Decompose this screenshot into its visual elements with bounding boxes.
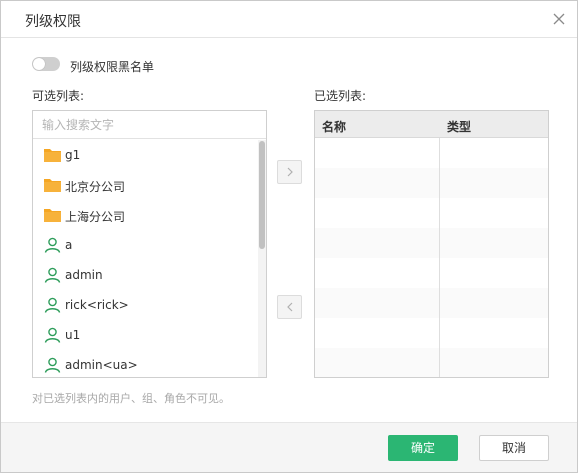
table-row (315, 228, 548, 258)
table-header: 名称 类型 (315, 111, 548, 138)
folder-icon (44, 207, 61, 223)
blacklist-toggle[interactable] (32, 57, 60, 71)
column-divider (439, 111, 440, 377)
column-permission-dialog: 列级权限 列级权限黑名单 可选列表: 已选列表: g1 北京分公司 上海分公司 (0, 0, 578, 473)
list-item-label: g1 (65, 148, 81, 162)
confirm-button[interactable]: 确定 (388, 435, 458, 461)
table-row (315, 348, 548, 377)
column-header-type[interactable]: 类型 (447, 118, 471, 135)
cancel-button[interactable]: 取消 (479, 435, 549, 461)
list-item-label: admin (65, 268, 103, 282)
folder-icon (44, 147, 61, 163)
list-item[interactable]: u1 (33, 320, 257, 350)
list-item-label: 北京分公司 (65, 180, 126, 194)
table-row (315, 168, 548, 198)
selected-list-label: 已选列表: (314, 89, 367, 103)
user-icon (44, 267, 61, 283)
table-row (315, 288, 548, 318)
selected-list-table: 名称 类型 (314, 110, 549, 378)
toggle-knob (33, 58, 45, 70)
column-header-name[interactable]: 名称 (322, 118, 346, 135)
dialog-header: 列级权限 (1, 1, 577, 38)
list-item[interactable]: admin<ua> (33, 350, 257, 377)
list-item[interactable]: admin (33, 260, 257, 290)
list-item-label: admin<ua> (65, 358, 138, 372)
list-item[interactable]: a (33, 230, 257, 260)
available-list-panel: g1 北京分公司 上海分公司 a admin rick<rick> (32, 110, 267, 378)
list-item[interactable]: 上海分公司 (33, 200, 257, 230)
folder-icon (44, 177, 61, 193)
blacklist-toggle-label: 列级权限黑名单 (70, 60, 155, 74)
add-to-selected-button[interactable] (277, 160, 302, 184)
user-icon (44, 327, 61, 343)
dialog-footer: 确定 取消 (1, 422, 577, 472)
list-item-label: 上海分公司 (65, 210, 126, 224)
close-icon[interactable] (551, 11, 567, 27)
chevron-left-icon (287, 302, 293, 312)
available-list-label: 可选列表: (32, 89, 85, 103)
user-icon (44, 357, 61, 373)
available-list: g1 北京分公司 上海分公司 a admin rick<rick> u1 adm… (33, 140, 257, 377)
scrollbar-thumb[interactable] (259, 141, 265, 249)
search-input[interactable] (33, 111, 266, 139)
dialog-title: 列级权限 (25, 14, 81, 30)
list-item-label: a (65, 238, 73, 252)
user-icon (44, 297, 61, 313)
list-item[interactable]: rick<rick> (33, 290, 257, 320)
list-item[interactable]: g1 (33, 140, 257, 170)
user-icon (44, 237, 61, 253)
list-item-label: rick<rick> (65, 298, 129, 312)
remove-from-selected-button[interactable] (277, 295, 302, 319)
hint-text: 对已选列表内的用户、组、角色不可见。 (32, 392, 230, 405)
list-item[interactable]: 北京分公司 (33, 170, 257, 200)
chevron-right-icon (287, 167, 293, 177)
list-item-label: u1 (65, 328, 81, 342)
